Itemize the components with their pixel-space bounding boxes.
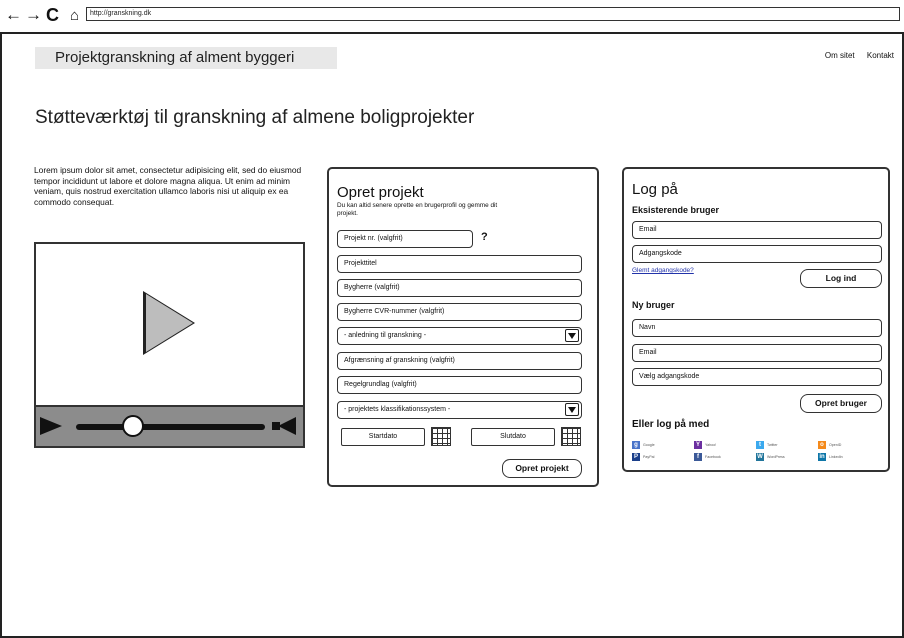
create-user-button[interactable]: Opret bruger <box>800 394 882 413</box>
twitter-icon: t <box>756 440 764 449</box>
nav-link-about[interactable]: Om sitet <box>825 51 855 60</box>
home-icon[interactable]: ⌂ <box>70 7 79 25</box>
help-icon[interactable]: ? <box>481 231 488 243</box>
play-icon[interactable] <box>40 417 62 435</box>
login-title: Log på <box>632 181 678 198</box>
forward-icon[interactable]: → <box>25 6 42 24</box>
linkedin-icon: in <box>818 452 826 461</box>
reload-icon[interactable]: C <box>46 6 59 24</box>
name-input[interactable]: Navn <box>632 319 882 337</box>
social-login-twitter[interactable]: t Twitter <box>756 439 818 450</box>
yahoo-icon: Y <box>694 440 702 449</box>
login-email-input[interactable]: Email <box>632 221 882 239</box>
reason-select[interactable]: - anledning til granskning - <box>337 327 582 345</box>
video-player[interactable] <box>34 242 305 448</box>
login-button[interactable]: Log ind <box>800 269 882 288</box>
chevron-down-icon[interactable] <box>565 403 579 416</box>
facebook-icon: f <box>694 452 702 461</box>
social-login-wordpress[interactable]: W WordPress <box>756 451 818 462</box>
create-project-button[interactable]: Opret projekt <box>502 459 582 478</box>
end-date-input[interactable]: Slutdato <box>471 428 555 446</box>
create-project-title: Opret projekt <box>337 184 424 201</box>
top-nav: Om sitet Kontakt <box>815 51 894 60</box>
classification-select[interactable]: - projektets klassifikationssystem - <box>337 401 582 419</box>
video-controls <box>36 405 303 446</box>
forgot-password-link[interactable]: Glemt adgangskode? <box>632 267 694 274</box>
social-login-yahoo[interactable]: Y Yahoo! <box>694 439 756 450</box>
social-login-linkedin[interactable]: in LinkedIn <box>818 451 880 462</box>
create-project-panel: Opret projekt Du kan altid senere oprett… <box>327 167 599 487</box>
login-password-input[interactable]: Adgangskode <box>632 245 882 263</box>
social-login-google[interactable]: g Google <box>632 439 694 450</box>
google-icon: g <box>632 440 640 449</box>
social-login-facebook[interactable]: f Facebook <box>694 451 756 462</box>
social-login-openid[interactable]: o OpenID <box>818 439 880 450</box>
classification-select-value: - projektets klassifikationssystem - <box>344 406 451 413</box>
paypal-icon: P <box>632 452 640 461</box>
project-title-input[interactable]: Projekttitel <box>337 255 582 273</box>
developer-input[interactable]: Bygherre (valgfrit) <box>337 279 582 297</box>
browser-toolbar: ← → C ⌂ http://granskning.dk <box>0 0 904 34</box>
choose-password-input[interactable]: Vælg adgangskode <box>632 368 882 386</box>
start-date-input[interactable]: Startdato <box>341 428 425 446</box>
reason-select-value: - anledning til granskning - <box>344 332 427 339</box>
chevron-down-icon[interactable] <box>565 329 579 342</box>
calendar-icon[interactable] <box>561 427 581 446</box>
developer-cvr-input[interactable]: Bygherre CVR-nummer (valgfrit) <box>337 303 582 321</box>
login-panel: Log på Eksisterende bruger Email Adgangs… <box>622 167 890 472</box>
existing-user-heading: Eksisterende bruger <box>632 205 720 215</box>
calendar-icon[interactable] <box>431 427 451 446</box>
intro-text: Lorem ipsum dolor sit amet, consectetur … <box>34 165 302 207</box>
url-bar[interactable]: http://granskning.dk <box>86 7 900 21</box>
back-icon[interactable]: ← <box>5 6 22 24</box>
social-login-heading: Eller log på med <box>632 419 710 430</box>
nav-link-contact[interactable]: Kontakt <box>867 51 894 60</box>
video-progress-track[interactable] <box>76 424 265 430</box>
video-progress-knob[interactable] <box>121 415 144 437</box>
new-user-heading: Ny bruger <box>632 300 675 310</box>
social-login-grid: g Google Y Yahoo! t Twitter o OpenID P PayPal… <box>632 439 882 463</box>
openid-icon: o <box>818 440 826 449</box>
social-login-paypal[interactable]: P PayPal <box>632 451 694 462</box>
signup-email-input[interactable]: Email <box>632 344 882 362</box>
regulation-input[interactable]: Regelgrundlag (valgfrit) <box>337 376 582 394</box>
scope-input[interactable]: Afgrænsning af granskning (valgfrit) <box>337 352 582 370</box>
site-title[interactable]: Projektgranskning af alment byggeri <box>35 47 337 69</box>
play-overlay-icon[interactable] <box>143 291 195 355</box>
wordpress-icon: W <box>756 452 764 461</box>
page-headline: Støtteværktøj til granskning af almene b… <box>35 107 475 128</box>
volume-icon[interactable] <box>272 417 298 435</box>
project-number-input[interactable]: Projekt nr. (valgfrit) <box>337 230 473 248</box>
create-project-subtitle: Du kan altid senere oprette en brugerpro… <box>337 202 498 217</box>
